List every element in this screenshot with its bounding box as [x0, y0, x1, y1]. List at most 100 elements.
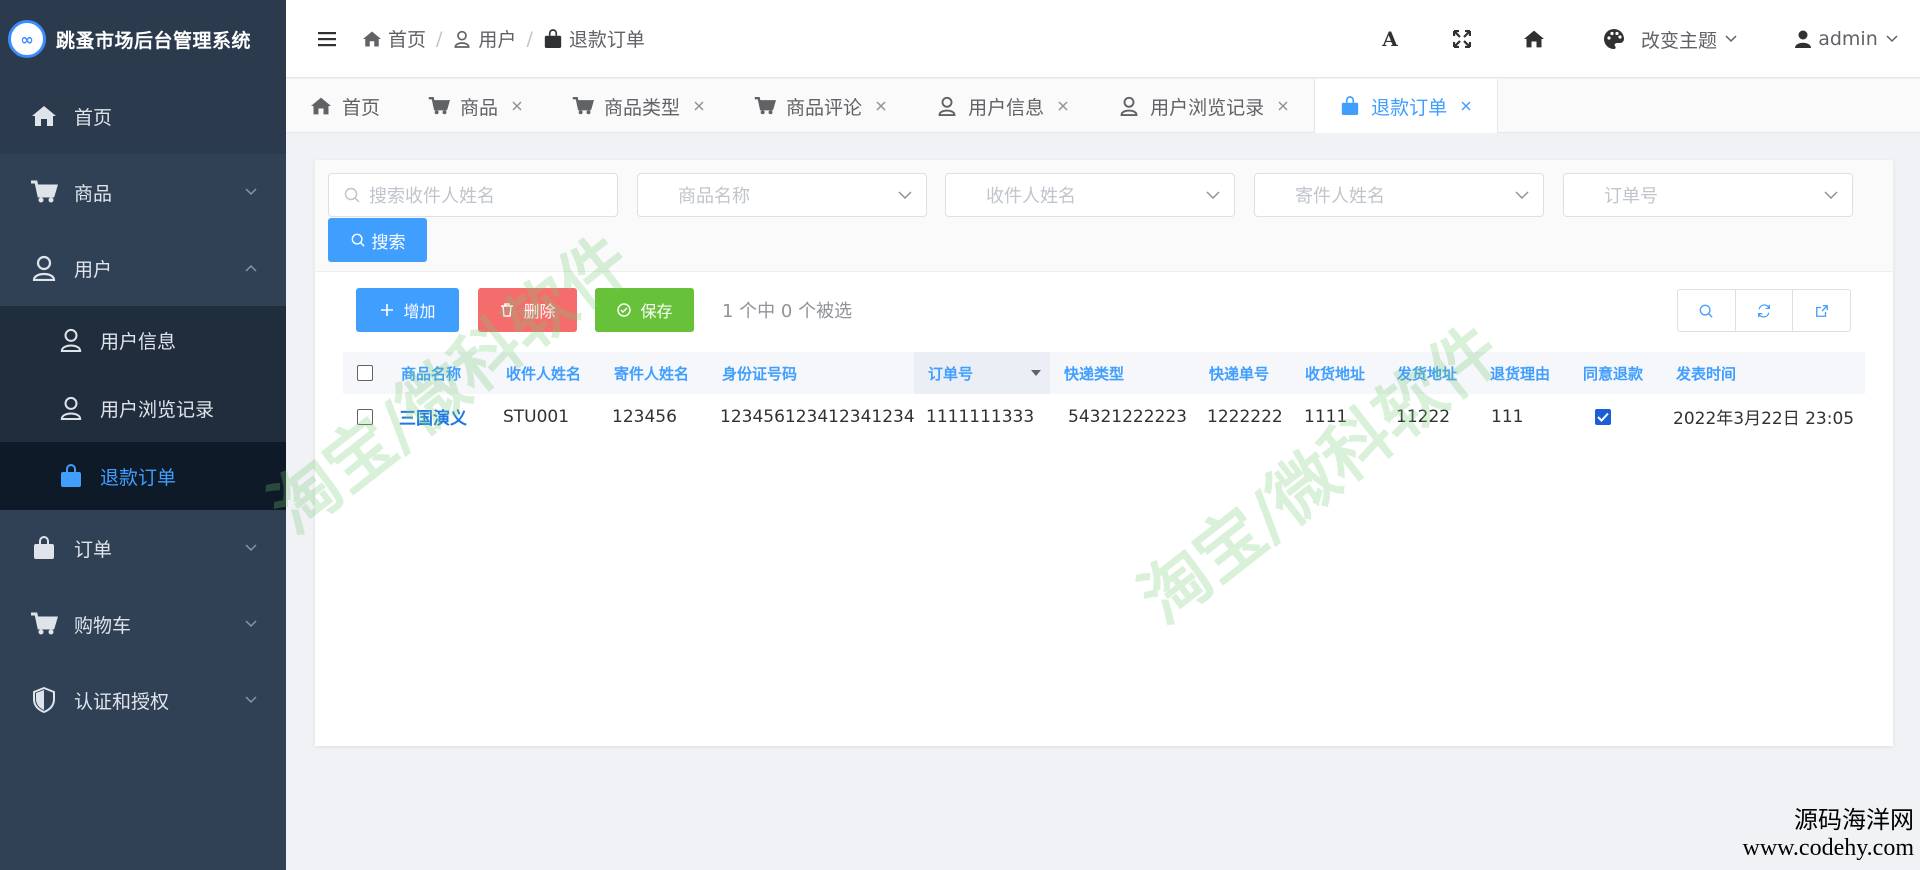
select-all-checkbox[interactable] — [357, 352, 373, 394]
shopping-bag-icon — [58, 463, 84, 489]
column-header[interactable]: 发表时间 — [1676, 352, 1736, 394]
sidebar-item-label: 首页 — [74, 106, 113, 129]
page-tabs: 首页 商品 商品类型 商品评论 用户信息 用户浏览记录 退款订单 — [286, 79, 1920, 133]
column-header[interactable]: 同意退款 — [1583, 352, 1643, 394]
table-cell[interactable]: 11222 — [1396, 394, 1450, 439]
sidebar-item-refund-orders[interactable]: 退款订单 — [0, 442, 286, 510]
font-size-button[interactable]: A — [1354, 27, 1426, 51]
delete-button[interactable]: 删除 — [478, 288, 577, 332]
table-search-button[interactable] — [1678, 290, 1736, 331]
receiver-name-select[interactable]: 收件人姓名 — [945, 173, 1235, 217]
home-button[interactable] — [1498, 28, 1570, 50]
chevron-down-icon — [244, 617, 258, 631]
checkbox-checked[interactable] — [1595, 408, 1611, 425]
column-header[interactable]: 收件人姓名 — [506, 352, 581, 394]
product-name-link[interactable]: 三国演义 — [399, 394, 467, 439]
user-icon — [58, 395, 84, 421]
breadcrumb-label: 用户 — [478, 29, 517, 51]
tab-refund-orders[interactable]: 退款订单 — [1314, 79, 1499, 133]
close-icon[interactable] — [692, 99, 706, 113]
chevron-up-icon — [244, 261, 258, 275]
column-header[interactable]: 发货地址 — [1397, 352, 1457, 394]
table-cell[interactable]: 123456123412341234 — [720, 394, 915, 439]
search-button-label: 搜索 — [371, 232, 406, 253]
sidebar-item-user-history[interactable]: 用户浏览记录 — [0, 374, 286, 442]
user-label: admin — [1818, 28, 1878, 50]
menu-toggle-icon[interactable] — [316, 28, 338, 50]
user-dropdown[interactable]: admin — [1770, 28, 1920, 50]
tab-products[interactable]: 商品 — [404, 79, 548, 133]
row-checkbox-cell[interactable] — [357, 394, 373, 439]
refresh-button[interactable] — [1736, 290, 1794, 331]
sidebar-item-orders[interactable]: 订单 — [0, 510, 286, 586]
shopping-bag-icon — [543, 28, 563, 49]
sidebar-item-products[interactable]: 商品 — [0, 154, 286, 230]
breadcrumb-home[interactable]: 首页 — [362, 25, 426, 52]
sidebar-item-auth[interactable]: 认证和授权 — [0, 662, 286, 738]
tab-label: 首页 — [342, 96, 381, 119]
add-button[interactable]: 增加 — [356, 288, 459, 332]
sidebar-item-users[interactable]: 用户 — [0, 230, 286, 306]
tab-product-reviews[interactable]: 商品评论 — [730, 79, 912, 133]
tab-label: 退款订单 — [1371, 96, 1448, 119]
export-button[interactable] — [1793, 290, 1850, 331]
logo[interactable]: ∞ 跳蚤市场后台管理系统 — [0, 0, 286, 78]
chevron-down-icon — [1206, 188, 1220, 202]
site-url: www.codehy.com — [1742, 835, 1914, 861]
select-placeholder: 收件人姓名 — [986, 186, 1076, 207]
table-header: 商品名称 收件人姓名 寄件人姓名 身份证号码 订单号 快递类型 快递单号 收货地… — [343, 352, 1865, 394]
agree-refund-checkbox[interactable] — [1595, 394, 1611, 439]
close-icon[interactable] — [1276, 99, 1290, 113]
close-icon[interactable] — [1459, 99, 1473, 113]
product-name-select[interactable]: 商品名称 — [637, 173, 927, 217]
column-header[interactable]: 收货地址 — [1305, 352, 1365, 394]
checkbox[interactable] — [357, 408, 373, 425]
app-title: 跳蚤市场后台管理系统 — [56, 29, 252, 52]
table-cell[interactable]: 1222222 — [1207, 394, 1283, 439]
search-button[interactable]: 搜索 — [328, 218, 427, 262]
select-placeholder: 订单号 — [1604, 186, 1658, 207]
chevron-down-icon — [244, 693, 258, 707]
close-icon[interactable] — [510, 99, 524, 113]
table-cell[interactable]: 2022年3月22日 23:05 — [1673, 394, 1854, 439]
sender-name-select[interactable]: 寄件人姓名 — [1254, 173, 1544, 217]
add-button-label: 增加 — [403, 302, 436, 321]
breadcrumb-users[interactable]: 用户 — [452, 25, 516, 52]
column-header[interactable]: 身份证号码 — [722, 352, 797, 394]
table-cell[interactable]: 123456 — [612, 394, 677, 439]
search-icon — [1699, 304, 1713, 318]
tab-user-history[interactable]: 用户浏览记录 — [1094, 79, 1314, 133]
close-icon[interactable] — [1056, 99, 1070, 113]
column-header[interactable]: 寄件人姓名 — [614, 352, 689, 394]
close-icon[interactable] — [874, 99, 888, 113]
tab-user-info[interactable]: 用户信息 — [912, 79, 1094, 133]
receiver-search-input[interactable]: 搜索收件人姓名 — [328, 173, 618, 217]
logo-icon: ∞ — [8, 20, 46, 58]
checkbox[interactable] — [357, 365, 373, 381]
user-icon — [936, 95, 958, 117]
table-cell[interactable]: 1111111333 — [926, 394, 1034, 439]
selection-info: 1 个中 0 个被选 — [722, 301, 853, 322]
column-header[interactable]: 退货理由 — [1490, 352, 1550, 394]
theme-dropdown[interactable]: 改变主题 — [1570, 26, 1770, 53]
trash-icon — [499, 302, 515, 318]
column-header[interactable]: 快递单号 — [1209, 352, 1269, 394]
tab-product-types[interactable]: 商品类型 — [548, 79, 730, 133]
sidebar-item-home[interactable]: 首页 — [0, 78, 286, 154]
table-cell[interactable]: 111 — [1491, 394, 1523, 439]
cart-icon — [754, 95, 777, 117]
sidebar-item-cart[interactable]: 购物车 — [0, 586, 286, 662]
column-header[interactable]: 商品名称 — [401, 352, 461, 394]
header-actions: A 改变主题 admin — [1354, 0, 1920, 78]
table-cell[interactable]: 54321222223 — [1068, 394, 1187, 439]
sidebar-item-label: 购物车 — [74, 614, 132, 637]
order-number-select[interactable]: 订单号 — [1563, 173, 1853, 217]
table-cell[interactable]: STU001 — [503, 394, 569, 439]
column-header-sorted[interactable]: 订单号 — [914, 352, 1050, 394]
tab-home[interactable]: 首页 — [286, 79, 404, 133]
save-button[interactable]: 保存 — [595, 288, 694, 332]
sidebar-item-user-info[interactable]: 用户信息 — [0, 306, 286, 374]
fullscreen-button[interactable] — [1426, 28, 1498, 50]
table-cell[interactable]: 1111 — [1304, 394, 1347, 439]
column-header[interactable]: 快递类型 — [1064, 352, 1124, 394]
